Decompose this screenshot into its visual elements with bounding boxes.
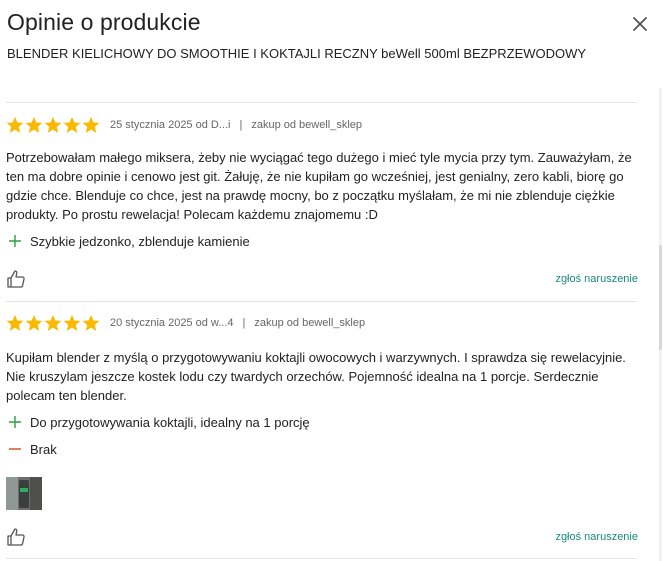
review-purchase-source: zakup od bewell_sklep (254, 317, 366, 329)
star-icon (82, 314, 100, 331)
review-actions: zgłoś naruszenie (6, 269, 638, 289)
star-icon (63, 314, 81, 331)
review-card: 20 stycznia 2025 od w...4 | zakup od bew… (6, 312, 638, 547)
review-pro: Do przygotowywania koktajli, idealny na … (6, 413, 638, 431)
star-icon (6, 314, 24, 331)
minus-icon (9, 448, 21, 450)
review-con-text: Brak (30, 441, 57, 457)
star-icon (44, 116, 62, 133)
review-actions: zgłoś naruszenie (6, 527, 638, 547)
meta-separator: | (239, 119, 243, 131)
review-photo-image (6, 477, 42, 510)
star-icon (44, 314, 62, 331)
review-pro-text: Do przygotowywania koktajli, idealny na … (30, 414, 310, 430)
star-rating (6, 116, 100, 134)
review-con: Brak (6, 440, 638, 458)
star-rating (6, 314, 100, 332)
review-text: Kupiłam blender z myślą o przygotowywani… (6, 350, 626, 403)
report-abuse-link[interactable]: zgłoś naruszenie (555, 531, 638, 543)
close-icon[interactable] (630, 14, 650, 34)
divider (6, 102, 637, 103)
meta-separator: | (242, 317, 246, 329)
star-icon (63, 116, 81, 133)
review-text: Potrzebowałam małego miksera, żeby nie w… (6, 150, 632, 222)
star-icon (25, 116, 43, 133)
review-meta: 20 stycznia 2025 od w...4 | zakup od bew… (6, 312, 638, 334)
review-date-author: 20 stycznia 2025 od w...4 (110, 317, 234, 329)
star-icon (25, 314, 43, 331)
review-meta: 25 stycznia 2025 od D...i | zakup od bew… (6, 114, 638, 136)
divider (6, 301, 637, 302)
review-purchase-source: zakup od bewell_sklep (251, 119, 363, 131)
review-date-author: 25 stycznia 2025 od D...i (110, 119, 231, 131)
review-pro-text: Szybkie jedzonko, zblenduje kamienie (30, 233, 250, 249)
divider (6, 558, 637, 559)
page-title: Opinie o produkcie (7, 9, 201, 35)
thumbs-up-icon[interactable] (6, 527, 26, 547)
plus-icon (9, 416, 21, 428)
review-photo-thumbnail[interactable] (6, 477, 42, 510)
star-icon (6, 116, 24, 133)
review-pro: Szybkie jedzonko, zblenduje kamienie (6, 232, 638, 250)
review-card: 25 stycznia 2025 od D...i | zakup od bew… (6, 114, 638, 289)
thumbs-up-icon[interactable] (6, 269, 26, 289)
star-icon (82, 116, 100, 133)
plus-icon (9, 235, 21, 247)
report-abuse-link[interactable]: zgłoś naruszenie (555, 273, 638, 285)
scrollbar-thumb[interactable] (659, 245, 662, 350)
product-name: BLENDER KIELICHOWY DO SMOOTHIE I KOKTAJL… (7, 46, 587, 61)
